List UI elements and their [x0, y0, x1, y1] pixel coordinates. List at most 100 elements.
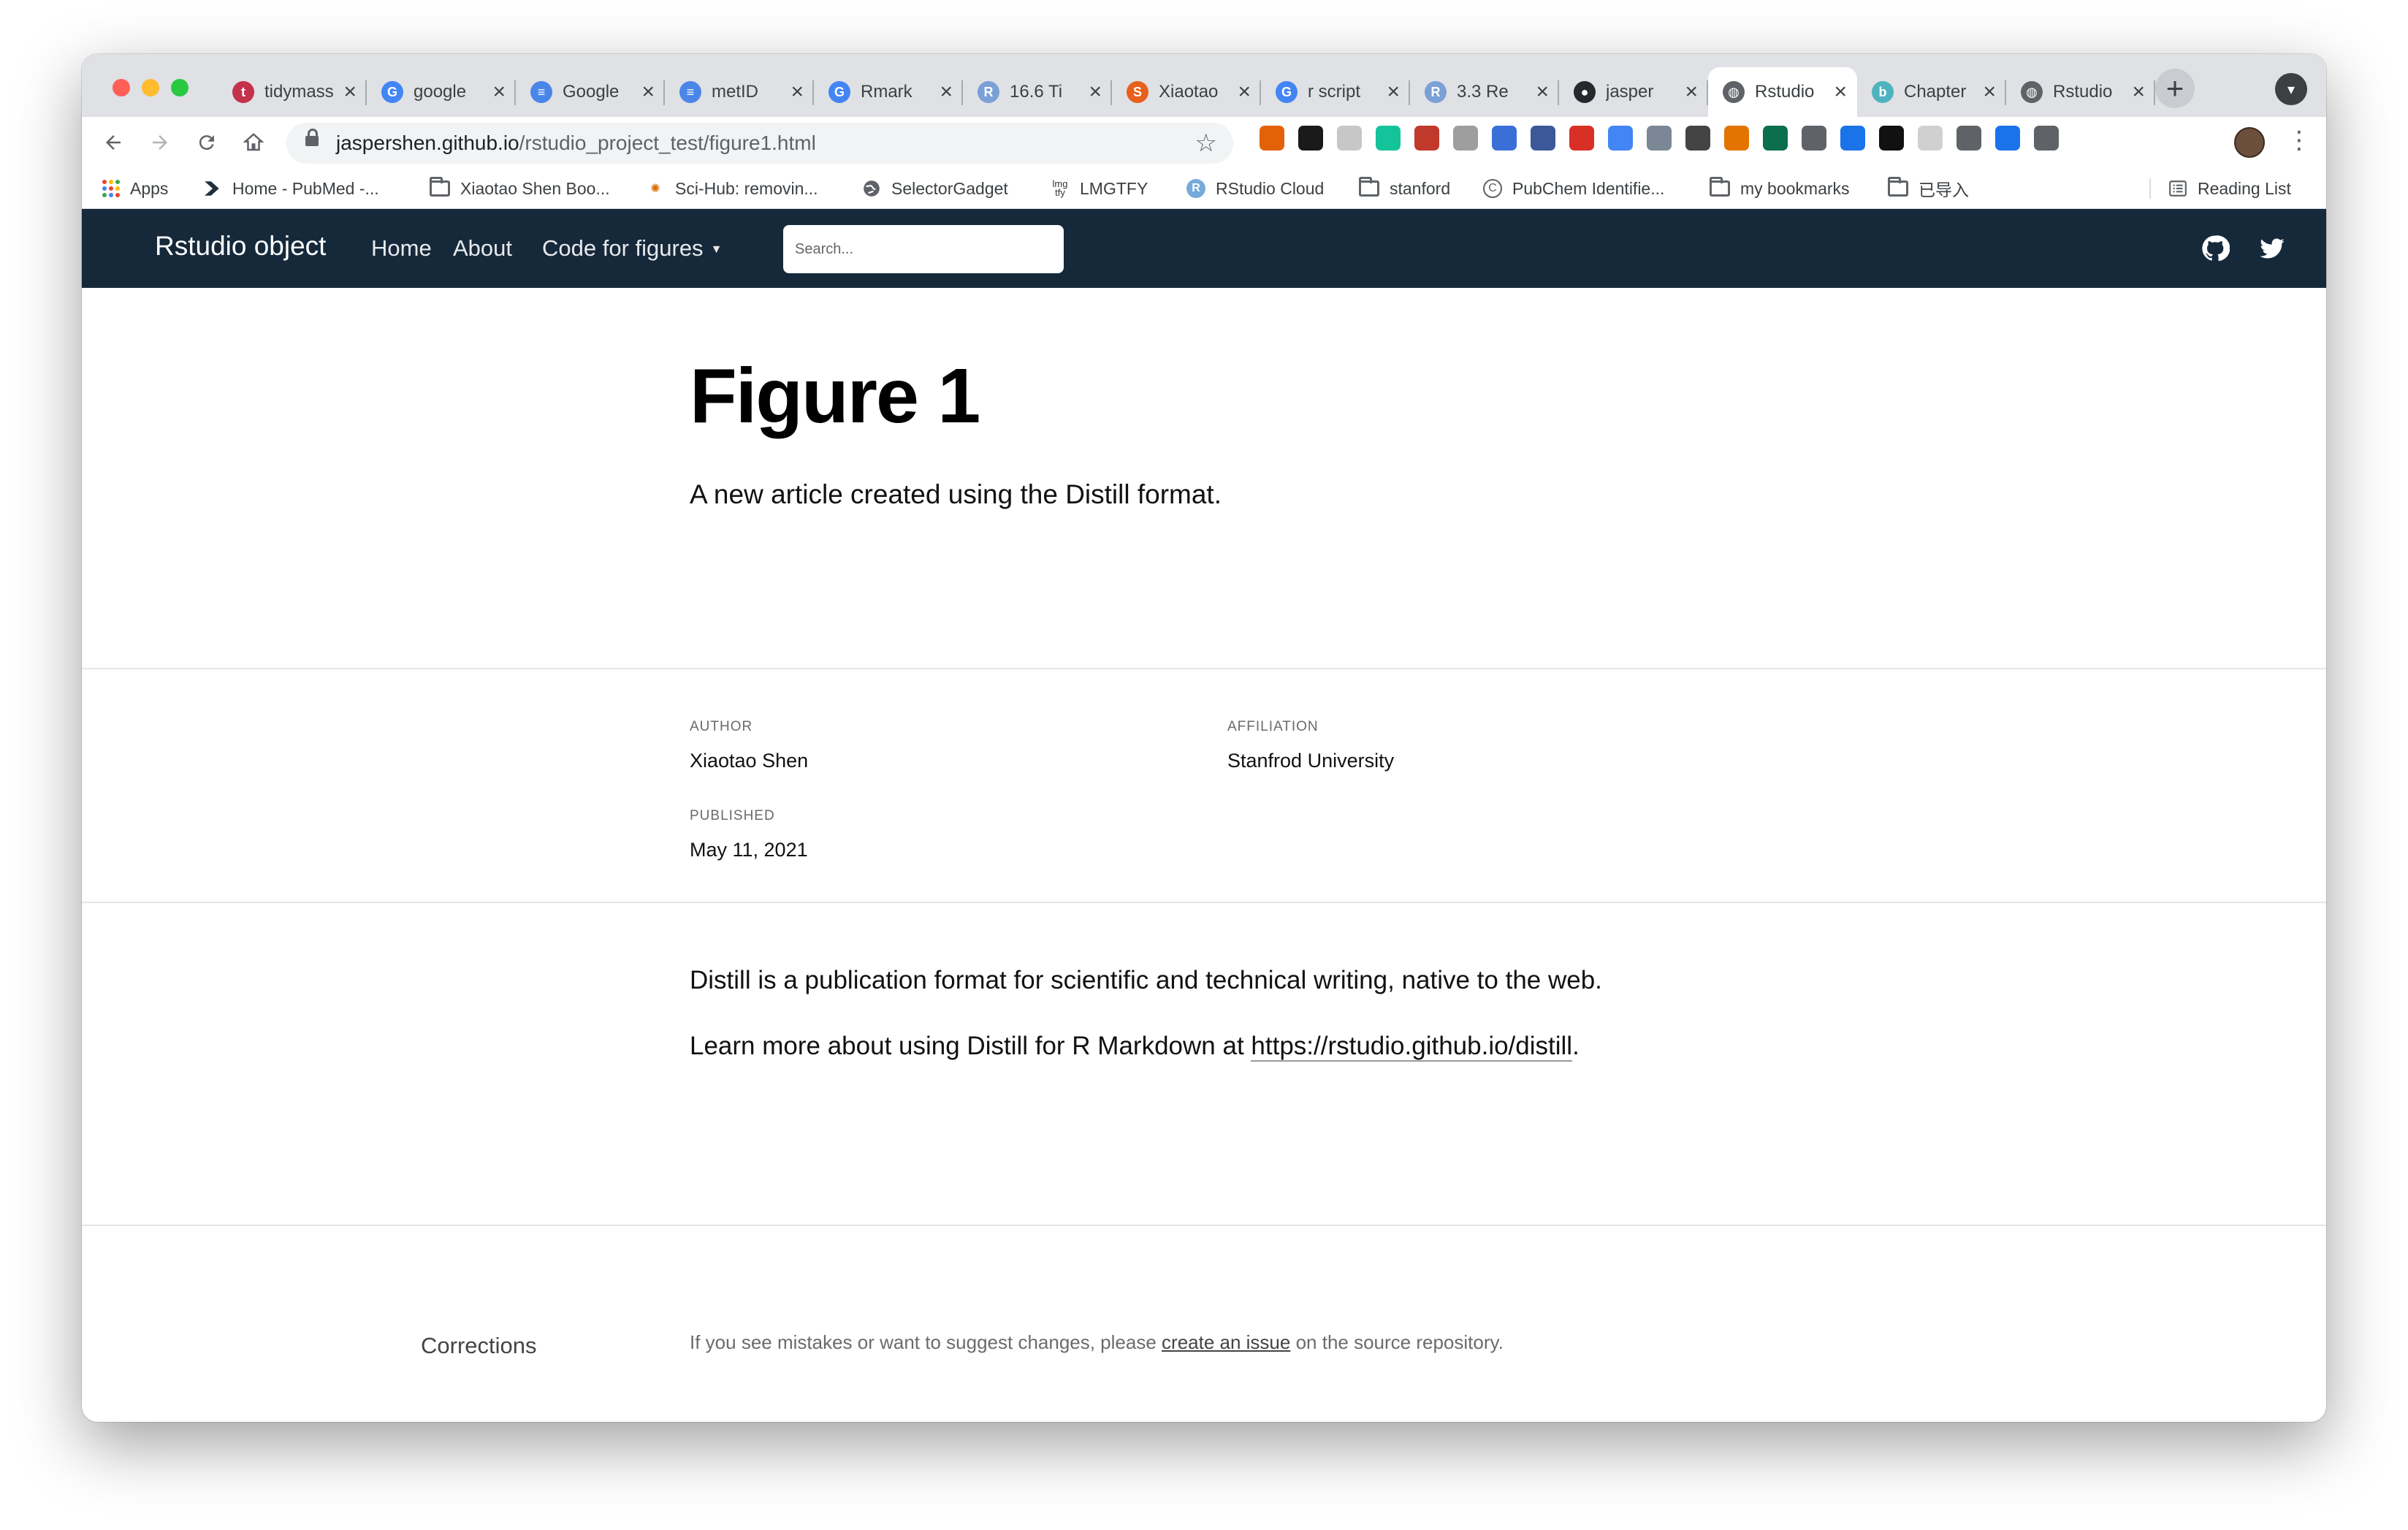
bookmark-stanford[interactable]: stanford [1359, 177, 1450, 200]
browser-tab[interactable]: Gr script × [1261, 67, 1410, 117]
github-icon[interactable] [2201, 234, 2230, 263]
folder-icon [1888, 177, 1908, 197]
browser-tab[interactable]: ◍ Rstudio × [2006, 67, 2155, 117]
nav-code-for-figures[interactable]: Code for figures ▼ [542, 235, 722, 262]
close-tab-icon[interactable]: × [1238, 81, 1251, 103]
home-button[interactable] [234, 123, 273, 162]
corrections-heading: Corrections [421, 1333, 537, 1358]
refresh-icon[interactable] [1802, 126, 1826, 151]
bookmark-rstudio-cloud[interactable]: R RStudio Cloud [1186, 177, 1324, 200]
body-paragraph: Distill is a publication format for scie… [690, 966, 1602, 994]
minimize-window-button[interactable] [142, 79, 159, 96]
grid-icon[interactable] [1569, 126, 1594, 151]
divider [82, 902, 2326, 903]
reading-list-button[interactable]: Reading List [2168, 177, 2291, 200]
book-icon[interactable] [1414, 126, 1439, 151]
bookmarks-divider [2149, 178, 2151, 199]
address-bar[interactable]: jaspershen.github.io/rstudio_project_tes… [286, 123, 1233, 164]
article: Figure 1 A new article created using the… [82, 288, 2326, 1422]
bookmark-imported[interactable]: 已导入 [1888, 177, 1969, 200]
close-tab-icon[interactable]: × [1536, 81, 1549, 103]
cube-icon[interactable] [1453, 126, 1478, 151]
bookmark-my-bookmarks[interactable]: my bookmarks [1710, 177, 1850, 200]
browser-tab[interactable]: Ggoogle × [367, 67, 516, 117]
close-tab-icon[interactable]: × [492, 81, 506, 103]
chart-icon[interactable] [1763, 126, 1788, 151]
square-icon[interactable] [1956, 126, 1981, 151]
browser-tab[interactable]: b Chapter × [1857, 67, 2006, 117]
close-tab-icon[interactable]: × [940, 81, 953, 103]
distill-link[interactable]: https://rstudio.github.io/distill [1251, 1032, 1573, 1062]
twitter-icon[interactable] [2258, 234, 2287, 263]
browser-menu-icon[interactable]: ⋮ [2287, 126, 2312, 155]
google-docs-icon: ≡ [530, 81, 552, 103]
zoom-window-button[interactable] [171, 79, 188, 96]
browser-tab[interactable]: ◍ Rstudio × [1708, 67, 1857, 117]
tab-title: 16.6 Ti [1010, 82, 1063, 102]
close-tab-icon[interactable]: × [1685, 81, 1698, 103]
bookmark-xiaotao-shen-books[interactable]: Xiaotao Shen Boo... [430, 177, 610, 200]
back-button[interactable] [94, 123, 133, 162]
loader-icon[interactable] [1918, 126, 1943, 151]
bookmark-apps[interactable]: Apps [102, 177, 168, 200]
divider [82, 668, 2326, 669]
cap-icon[interactable] [1492, 126, 1517, 151]
translate-icon[interactable] [1608, 126, 1633, 151]
reload-button[interactable] [187, 123, 226, 162]
close-tab-icon[interactable]: × [641, 81, 655, 103]
bookmark-selectorgadget[interactable]: SelectorGadget [862, 177, 1008, 200]
browser-tab[interactable]: ≡ metID × [665, 67, 814, 117]
site-brand[interactable]: Rstudio object [155, 231, 326, 262]
browser-tab[interactable]: ≡ Google × [516, 67, 665, 117]
reading-list-icon [2168, 179, 2187, 198]
notion-icon[interactable] [1724, 126, 1749, 151]
puzzle-icon[interactable] [2034, 126, 2059, 151]
tab-search-button[interactable]: ▾ [2275, 73, 2307, 105]
close-window-button[interactable] [113, 79, 130, 96]
bookmarks-bar: Apps Home - PubMed -... Xiaotao Shen Boo… [82, 168, 2326, 209]
close-tab-icon[interactable]: × [1089, 81, 1102, 103]
satellite-icon[interactable] [1647, 126, 1672, 151]
tab-strip: t tidymass × Ggoogle × ≡ Google × ≡ metID × G Rmark ×… [82, 54, 2326, 117]
close-tab-icon[interactable]: × [790, 81, 804, 103]
browser-tab[interactable]: S Xiaotao × [1112, 67, 1261, 117]
browser-tab[interactable]: t tidymass × [218, 67, 367, 117]
bookmark-pubmed[interactable]: Home - PubMed -... [203, 177, 379, 200]
close-tab-icon[interactable]: × [343, 81, 357, 103]
person-icon[interactable] [1531, 126, 1555, 151]
forward-button[interactable] [140, 123, 180, 162]
close-tab-icon[interactable]: × [2132, 81, 2145, 103]
bookdown-icon: b [1872, 81, 1894, 103]
new-tab-button[interactable]: + [2155, 69, 2195, 108]
bookmark-pubchem[interactable]: C PubChem Identifie... [1483, 177, 1664, 200]
bookmark-lmgtfy[interactable]: lmg tfy LMGTFY [1051, 177, 1148, 200]
browser-tab[interactable]: R 3.3 Re × [1410, 67, 1559, 117]
tab-title: Xiaotao [1159, 82, 1219, 102]
site-navbar: Rstudio object Home About Code for figur… [82, 209, 2326, 288]
bookmark-icon[interactable] [1337, 126, 1362, 151]
bookmark-star-icon[interactable]: ☆ [1195, 129, 1217, 158]
swirl-icon[interactable] [1879, 126, 1904, 151]
pubmed-icon [203, 179, 222, 198]
shield-icon[interactable] [1685, 126, 1710, 151]
browser-tab[interactable]: ● jasper × [1559, 67, 1708, 117]
tab-title: Rmark [861, 82, 912, 102]
pubchem-icon: C [1483, 179, 1502, 198]
create-issue-link[interactable]: create an issue [1162, 1331, 1290, 1353]
nav-home[interactable]: Home [371, 235, 432, 262]
bookmark-scihub[interactable]: ✺ Sci-Hub: removin... [646, 177, 818, 200]
browser-tab[interactable]: R 16.6 Ti × [963, 67, 1112, 117]
close-tab-icon[interactable]: × [1983, 81, 1996, 103]
profile-avatar[interactable] [2234, 127, 2265, 158]
nav-about[interactable]: About [453, 235, 512, 262]
pen-icon[interactable] [1995, 126, 2020, 151]
browser-tab[interactable]: G Rmark × [814, 67, 963, 117]
grammarly-icon[interactable] [1376, 126, 1401, 151]
site-search-input[interactable] [783, 225, 1064, 273]
close-tab-icon[interactable]: × [1387, 81, 1400, 103]
zotero-icon[interactable] [1260, 126, 1284, 151]
dark-reader-icon[interactable] [1298, 126, 1323, 151]
close-tab-icon[interactable]: × [1834, 81, 1847, 103]
drop-icon[interactable] [1840, 126, 1865, 151]
google-icon: G [381, 81, 403, 103]
